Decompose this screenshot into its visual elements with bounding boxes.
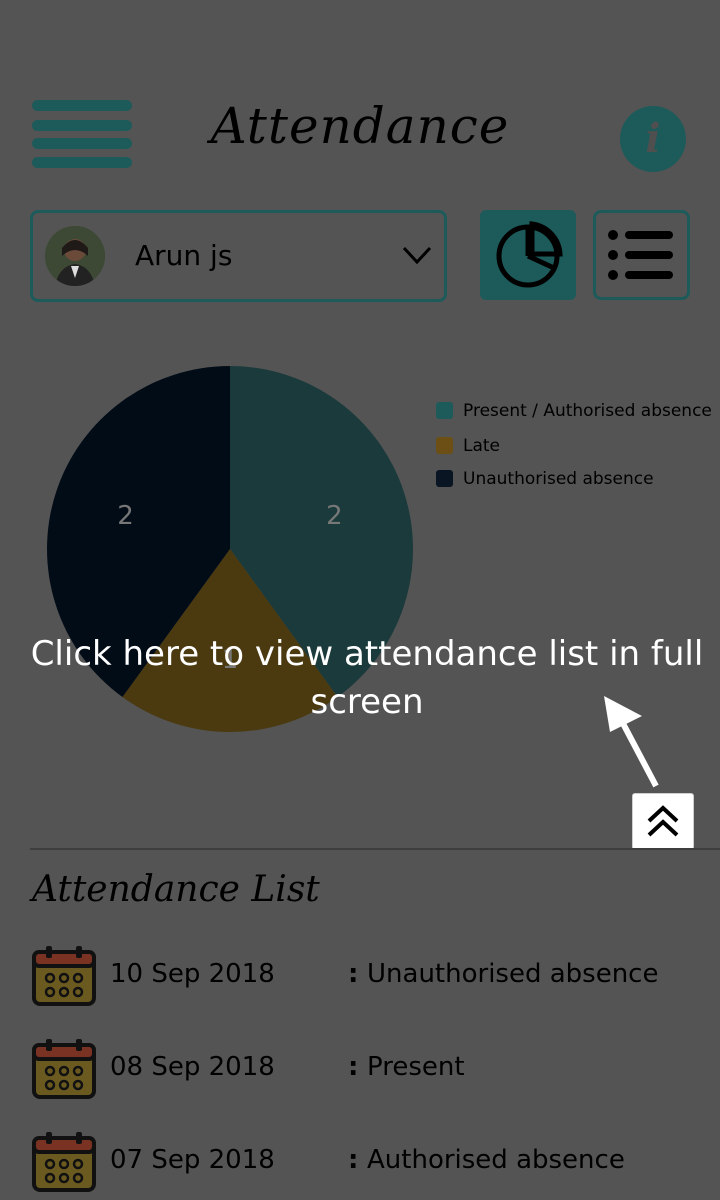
list-item: 08 Sep 2018 : Present (30, 1037, 720, 1107)
hamburger-menu-icon (32, 138, 132, 149)
chart-view-button[interactable] (480, 210, 576, 300)
page-title: Attendance (210, 97, 510, 155)
legend-swatch (436, 470, 453, 487)
hamburger-menu-icon (32, 100, 132, 111)
pie-slice-label: 2 (326, 501, 343, 531)
list-item: 07 Sep 2018 : Authorised absence (30, 1130, 720, 1200)
legend-label: Present / Authorised absence (463, 401, 712, 421)
separator-colon: : (348, 959, 359, 989)
menu-button[interactable] (32, 100, 132, 170)
separator-colon: : (348, 1052, 359, 1082)
avatar (45, 226, 105, 286)
attendance-date: 07 Sep 2018 (110, 1145, 275, 1175)
attendance-status: Unauthorised absence (367, 959, 659, 989)
calendar-icon (32, 1132, 96, 1192)
list-item: 10 Sep 2018 : Unauthorised absence (30, 944, 720, 1014)
legend-label: Late (463, 436, 501, 456)
expand-list-button[interactable] (632, 793, 694, 850)
legend-item-unauthorised: Unauthorised absence (436, 467, 654, 491)
arrow-icon (604, 696, 659, 788)
attendance-status: Present (367, 1052, 465, 1082)
double-chevron-up-icon (647, 805, 679, 837)
student-dropdown[interactable]: Arun js (30, 210, 447, 302)
separator-colon: : (348, 1145, 359, 1175)
student-name: Arun js (135, 239, 233, 272)
list-icon (608, 230, 673, 280)
hamburger-menu-icon (32, 120, 132, 131)
attendance-date: 10 Sep 2018 (110, 959, 275, 989)
calendar-icon (32, 1039, 96, 1099)
pie-slice-label: 2 (117, 501, 134, 531)
student-avatar (45, 226, 105, 286)
legend-swatch (436, 437, 453, 454)
legend-item-present: Present / Authorised absence (436, 399, 712, 423)
legend-swatch (436, 402, 453, 419)
legend-label: Unauthorised absence (463, 469, 654, 489)
chevron-down-icon (402, 246, 432, 265)
list-view-button[interactable] (593, 210, 690, 300)
pie-chart-icon (496, 221, 563, 288)
divider (30, 848, 720, 850)
hamburger-menu-icon (32, 157, 132, 168)
calendar-icon (32, 946, 96, 1006)
attendance-date: 08 Sep 2018 (110, 1052, 275, 1082)
legend-item-late: Late (436, 434, 500, 458)
attendance-status: Authorised absence (367, 1145, 625, 1175)
attendance-list-title: Attendance List (32, 869, 320, 910)
info-button[interactable]: i (620, 106, 686, 172)
